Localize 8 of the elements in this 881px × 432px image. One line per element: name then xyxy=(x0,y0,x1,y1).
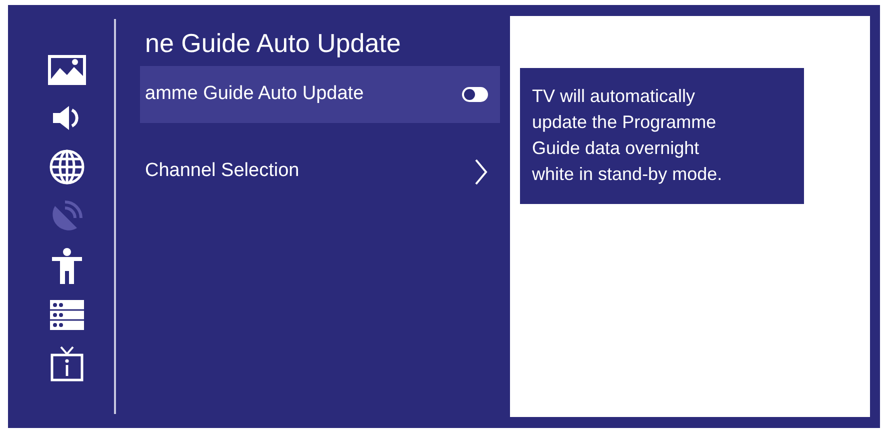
menu-item-label: Channel Selection xyxy=(145,159,300,184)
menu-title: ne Guide Auto Update xyxy=(144,27,402,60)
menu-item[interactable]: amme Guide Auto Update xyxy=(140,66,500,123)
menu-item[interactable]: Channel Selection xyxy=(140,143,500,200)
menu-item-label: amme Guide Auto Update xyxy=(145,82,364,106)
chevron-right-icon xyxy=(474,158,488,186)
help-text: TV will automatically update the Programme Guide data overnight white in stand-by mode. xyxy=(520,68,804,204)
toggle-switch[interactable] xyxy=(462,87,488,102)
